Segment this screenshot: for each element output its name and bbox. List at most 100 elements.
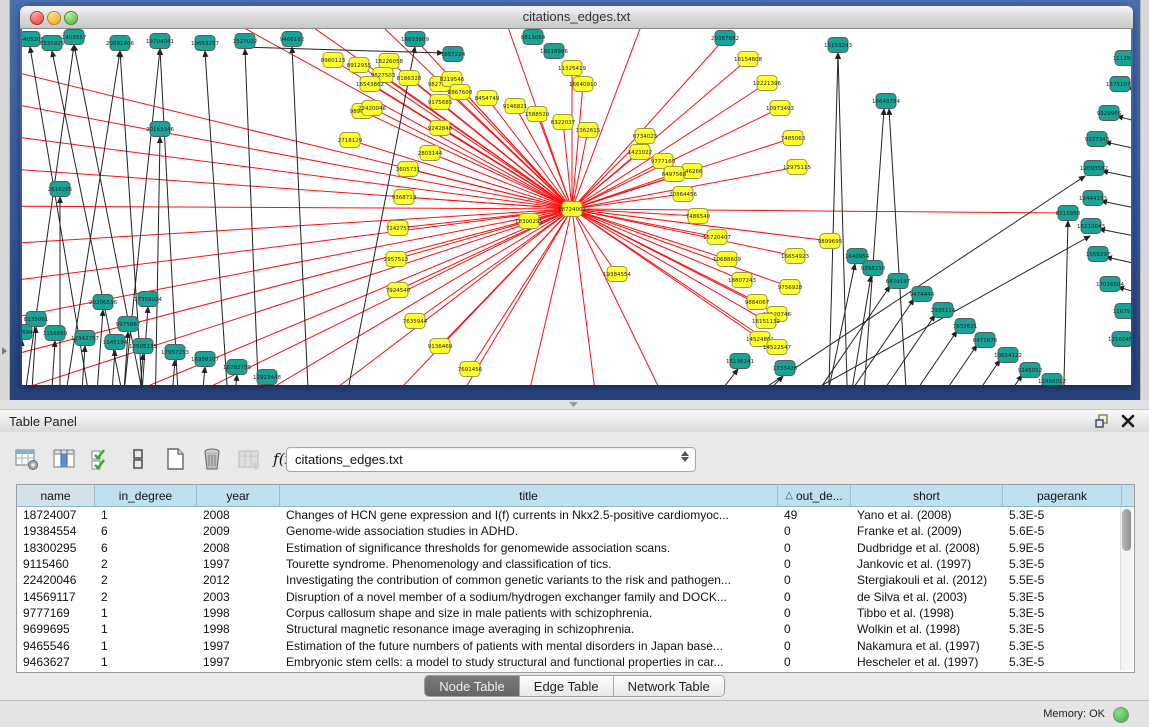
graph-node[interactable]: 16210643 [1077, 219, 1105, 234]
graph-node[interactable]: 17359924 [134, 292, 162, 307]
graph-node[interactable]: 1421022 [628, 145, 653, 160]
graph-node[interactable]: 2616205 [48, 182, 73, 197]
table-row[interactable]: 946554611997Estimation of the future num… [17, 637, 1134, 653]
graph-node[interactable]: 12444153 [1079, 191, 1107, 206]
citation-edge-black[interactable] [160, 49, 180, 385]
graph-node[interactable]: 8454749 [475, 91, 500, 106]
table-row[interactable]: 969969511998Structural magnetic resonanc… [17, 621, 1134, 637]
graph-node[interactable]: 16958107 [191, 352, 219, 367]
tab-edge-table[interactable]: Edge Table [520, 676, 614, 696]
graph-node[interactable]: 1588520 [525, 107, 550, 122]
citation-edge-black[interactable] [828, 53, 838, 385]
citation-edge-black[interactable] [1102, 171, 1131, 183]
citation-edge-black[interactable] [110, 350, 115, 385]
table-row[interactable]: 1872400712008Changes of HCN gene express… [17, 507, 1134, 523]
citation-edge-red[interactable] [22, 166, 572, 209]
citation-edge-black[interactable] [813, 286, 890, 385]
citation-edge-black[interactable] [690, 369, 738, 385]
graph-node[interactable]: 7486540 [686, 209, 711, 224]
network-canvas[interactable]: 1872400789601238912955182260589827503818… [22, 29, 1131, 385]
graph-node[interactable]: 6497568 [662, 167, 687, 182]
graph-node[interactable]: 9245052 [1018, 363, 1043, 378]
citation-edge-black[interactable] [340, 47, 415, 385]
graph-node[interactable]: 8186328 [397, 71, 422, 86]
column-header-in_degree[interactable]: in_degree [95, 485, 197, 506]
delete-table-icon[interactable] [236, 446, 262, 472]
graph-node[interactable]: 2718129 [338, 133, 363, 148]
graph-node[interactable]: 12342757 [71, 331, 99, 346]
graph-node[interactable]: 8322037 [551, 115, 576, 130]
citation-edge-red[interactable] [572, 209, 600, 385]
graph-node[interactable]: 20153346 [146, 122, 174, 137]
graph-node[interactable]: 9175685 [428, 95, 453, 110]
graph-node[interactable]: 7242757 [386, 221, 411, 236]
graph-node[interactable]: 12160455 [1108, 332, 1131, 347]
graph-node[interactable]: 14522547 [763, 340, 791, 355]
graph-node[interactable]: 8471676 [973, 333, 998, 348]
column-header-name[interactable]: name [17, 485, 95, 506]
citation-edge-black[interactable] [1105, 142, 1131, 154]
citation-edge-black[interactable] [240, 47, 443, 53]
node-table[interactable]: namein_degreeyeartitle△out_de...shortpag… [16, 484, 1135, 673]
citation-edge-black[interactable] [245, 49, 260, 385]
graph-node[interactable]: 8813054 [521, 30, 546, 45]
citation-network-graph[interactable]: 1872400789601238912955182260589827503818… [22, 29, 1131, 385]
graph-node[interactable]: 9884067 [745, 295, 770, 310]
graph-node[interactable]: 15136141 [726, 354, 754, 369]
graph-node[interactable]: 391594 [22, 325, 33, 340]
graph-node[interactable]: 1112503 [1113, 51, 1131, 66]
citation-edge-red[interactable] [572, 209, 777, 314]
graph-node[interactable]: 12450012 [1038, 374, 1066, 386]
citation-edge-black[interactable] [837, 299, 914, 385]
citation-edge-black[interactable] [170, 360, 175, 385]
graph-node[interactable]: 2867608 [448, 85, 473, 100]
graph-node[interactable]: 10653257 [191, 36, 219, 51]
graph-node[interactable]: 16640910 [569, 77, 597, 92]
table-row[interactable]: 946362711997Embryonic stem cells: a mode… [17, 654, 1134, 670]
graph-node[interactable]: 7857224 [441, 47, 466, 62]
column-header-year[interactable]: year [197, 485, 280, 506]
table-row[interactable]: 2242004622012Investigating the contribut… [17, 572, 1134, 588]
tab-network-table[interactable]: Network Table [614, 676, 724, 696]
graph-node[interactable]: 20387652 [711, 31, 739, 46]
table-row[interactable]: 1456911722003Disruption of a novel membe… [17, 588, 1134, 604]
graph-node[interactable]: 12221396 [753, 76, 781, 91]
graph-node[interactable]: 9899695 [818, 234, 843, 249]
graph-node[interactable]: 9756928 [778, 280, 803, 295]
select-all-icon[interactable] [88, 446, 114, 472]
splitter-handle-icon[interactable] [569, 402, 578, 407]
table-row[interactable]: 977716911998Corpus callosum shape and si… [17, 605, 1134, 621]
citation-edge-black[interactable] [200, 367, 205, 385]
citation-edge-red[interactable] [572, 83, 767, 209]
column-header-out_de[interactable]: △out_de... [778, 485, 851, 506]
float-panel-icon[interactable] [1095, 414, 1109, 428]
table-row[interactable]: 911546021997Tourette syndrome. Phenomeno… [17, 556, 1134, 572]
table-row[interactable]: 1830029562008Estimation of significance … [17, 540, 1134, 556]
graph-node[interactable]: 7691456 [458, 362, 483, 377]
graph-node[interactable]: 17957253 [161, 345, 189, 360]
graph-node[interactable]: 9227343 [1085, 132, 1110, 147]
graph-node[interactable]: 10688609 [713, 252, 741, 267]
graph-node[interactable]: 20891406 [106, 36, 134, 51]
graph-node[interactable]: 1569297 [1086, 247, 1111, 262]
graph-node[interactable]: 12505135 [129, 339, 157, 354]
graph-node[interactable]: 1145194 [103, 335, 128, 350]
graph-node[interactable]: 18807243 [728, 273, 756, 288]
citation-edge-red[interactable] [572, 209, 680, 385]
graph-node[interactable]: 20364456 [669, 187, 697, 202]
graph-node[interactable]: 6879197 [886, 274, 911, 289]
graph-node[interactable]: 11325419 [558, 61, 586, 76]
graph-node[interactable]: 16151132 [752, 314, 780, 329]
citation-edge-red[interactable] [572, 84, 583, 209]
graph-node[interactable]: 2957513 [384, 252, 409, 267]
citation-edge-black[interactable] [205, 51, 230, 385]
citation-edge-red[interactable] [572, 209, 1068, 213]
scrollbar-thumb[interactable] [1122, 509, 1131, 551]
graph-node[interactable]: 9329966 [1097, 106, 1122, 121]
citation-edge-red[interactable] [120, 209, 572, 385]
new-column-icon[interactable] [162, 446, 188, 472]
left-panel-splitter[interactable] [0, 0, 10, 400]
graph-node[interactable]: 9474444 [910, 287, 935, 302]
graph-node[interactable]: 9368713 [392, 190, 417, 205]
citation-edge-black[interactable] [292, 47, 310, 385]
